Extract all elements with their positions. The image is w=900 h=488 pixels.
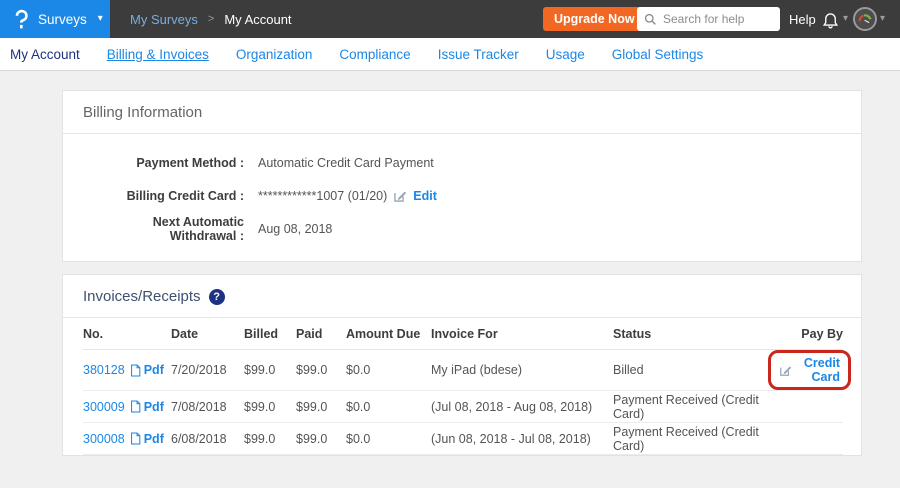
pdf-link[interactable]: Pdf [130, 432, 164, 446]
col-no: No. [83, 318, 171, 350]
payment-method-row: Payment Method : Automatic Credit Card P… [63, 146, 861, 179]
billing-information-panel: Billing Information Payment Method : Aut… [62, 90, 862, 262]
upgrade-now-button[interactable]: Upgrade Now [543, 7, 646, 31]
breadcrumb-current: My Account [224, 12, 291, 27]
billing-credit-card-label: Billing Credit Card : [83, 189, 244, 203]
invoice-number-link[interactable]: 380128 [83, 363, 125, 377]
invoice-number-link[interactable]: 300009 [83, 400, 125, 414]
pdf-link[interactable]: Pdf [130, 400, 164, 414]
tab-global-settings[interactable]: Global Settings [612, 47, 704, 62]
avatar [853, 7, 877, 31]
col-billed: Billed [244, 318, 296, 350]
chevron-down-icon: ▾ [98, 14, 103, 24]
help-question-icon[interactable]: ? [209, 289, 225, 305]
col-status: Status [613, 318, 768, 350]
top-bar: Surveys ▾ My Surveys > My Account Upgrad… [0, 0, 900, 38]
pay-by-credit-card-highlight[interactable]: Credit Card [768, 350, 851, 390]
col-paid: Paid [296, 318, 346, 350]
invoices-receipts-panel: Invoices/Receipts ? No. Date Billed Paid… [62, 274, 862, 456]
tab-my-account[interactable]: My Account [10, 47, 80, 62]
invoice-paid: $99.0 [296, 391, 346, 423]
account-section-nav: My Account Billing & Invoices Organizati… [0, 38, 900, 71]
tab-billing-invoices[interactable]: Billing & Invoices [107, 47, 209, 62]
pay-by-credit-card-link[interactable]: Credit Card [797, 356, 840, 384]
invoice-amount-due: $0.0 [346, 423, 431, 455]
invoice-for: My iPad (bdese) [431, 350, 613, 391]
search-icon [644, 13, 657, 26]
pdf-link[interactable]: Pdf [130, 363, 164, 377]
pdf-file-icon [130, 400, 141, 413]
product-menu[interactable]: Surveys ▾ [0, 0, 110, 38]
col-invoice-for: Invoice For [431, 318, 613, 350]
notifications-menu[interactable]: ▾ [821, 0, 848, 38]
bell-icon [821, 10, 840, 29]
billing-credit-card-row: Billing Credit Card : ************1007 (… [63, 179, 861, 212]
chevron-down-icon: ▾ [880, 14, 885, 24]
invoice-date: 7/08/2018 [171, 391, 244, 423]
breadcrumb-parent[interactable]: My Surveys [130, 12, 198, 27]
edit-pencil-icon [393, 189, 407, 203]
tab-organization[interactable]: Organization [236, 47, 313, 62]
pdf-file-icon [130, 364, 141, 377]
payment-method-label: Payment Method : [83, 156, 244, 170]
next-withdrawal-value: Aug 08, 2018 [258, 222, 332, 236]
payment-method-value: Automatic Credit Card Payment [258, 156, 434, 170]
tab-usage[interactable]: Usage [546, 47, 585, 62]
breadcrumb: My Surveys > My Account [130, 0, 292, 38]
billing-information-title: Billing Information [83, 104, 202, 121]
col-amount-due: Amount Due [346, 318, 431, 350]
invoice-for: (Jul 08, 2018 - Aug 08, 2018) [431, 391, 613, 423]
table-row: 300008 Pdf 6/08/2018 $99.0 [83, 423, 843, 455]
invoice-date: 7/20/2018 [171, 350, 244, 391]
questionpro-logo-icon [13, 8, 29, 30]
main-content: Billing Information Payment Method : Aut… [0, 71, 900, 456]
account-menu[interactable]: ▾ [853, 0, 885, 38]
invoice-for: (Jun 08, 2018 - Jul 08, 2018) [431, 423, 613, 455]
invoice-date: 6/08/2018 [171, 423, 244, 455]
edit-credit-card-link[interactable]: Edit [413, 189, 437, 203]
invoices-receipts-title: Invoices/Receipts [83, 288, 201, 305]
search-input[interactable] [663, 12, 773, 26]
pdf-label: Pdf [144, 363, 164, 377]
edit-pencil-icon [779, 364, 792, 377]
invoice-amount-due: $0.0 [346, 391, 431, 423]
col-date: Date [171, 318, 244, 350]
chevron-down-icon: ▾ [843, 14, 848, 24]
invoice-status: Payment Received (Credit Card) [613, 423, 768, 455]
next-withdrawal-label: Next Automatic Withdrawal : [83, 215, 244, 243]
table-row: 380128 Pdf 7/20/2018 $99.0 [83, 350, 843, 391]
pdf-file-icon [130, 432, 141, 445]
help-search[interactable] [637, 7, 780, 31]
invoice-status: Payment Received (Credit Card) [613, 391, 768, 423]
table-row: 300009 Pdf 7/08/2018 $99.0 [83, 391, 843, 423]
tab-issue-tracker[interactable]: Issue Tracker [438, 47, 519, 62]
billing-credit-card-value: ************1007 (01/20) [258, 189, 387, 203]
pdf-label: Pdf [144, 432, 164, 446]
invoices-table: No. Date Billed Paid Amount Due Invoice … [83, 318, 843, 455]
invoice-billed: $99.0 [244, 423, 296, 455]
invoice-paid: $99.0 [296, 350, 346, 391]
next-withdrawal-row: Next Automatic Withdrawal : Aug 08, 2018 [63, 212, 861, 245]
pdf-label: Pdf [144, 400, 164, 414]
col-pay-by: Pay By [768, 318, 843, 350]
invoice-billed: $99.0 [244, 391, 296, 423]
help-link[interactable]: Help [789, 0, 816, 38]
invoice-paid: $99.0 [296, 423, 346, 455]
invoice-number-link[interactable]: 300008 [83, 432, 125, 446]
invoice-status: Billed [613, 350, 768, 391]
invoice-billed: $99.0 [244, 350, 296, 391]
invoice-amount-due: $0.0 [346, 350, 431, 391]
breadcrumb-separator-icon: > [208, 13, 214, 25]
product-menu-label: Surveys [38, 12, 87, 27]
tab-compliance[interactable]: Compliance [339, 47, 410, 62]
